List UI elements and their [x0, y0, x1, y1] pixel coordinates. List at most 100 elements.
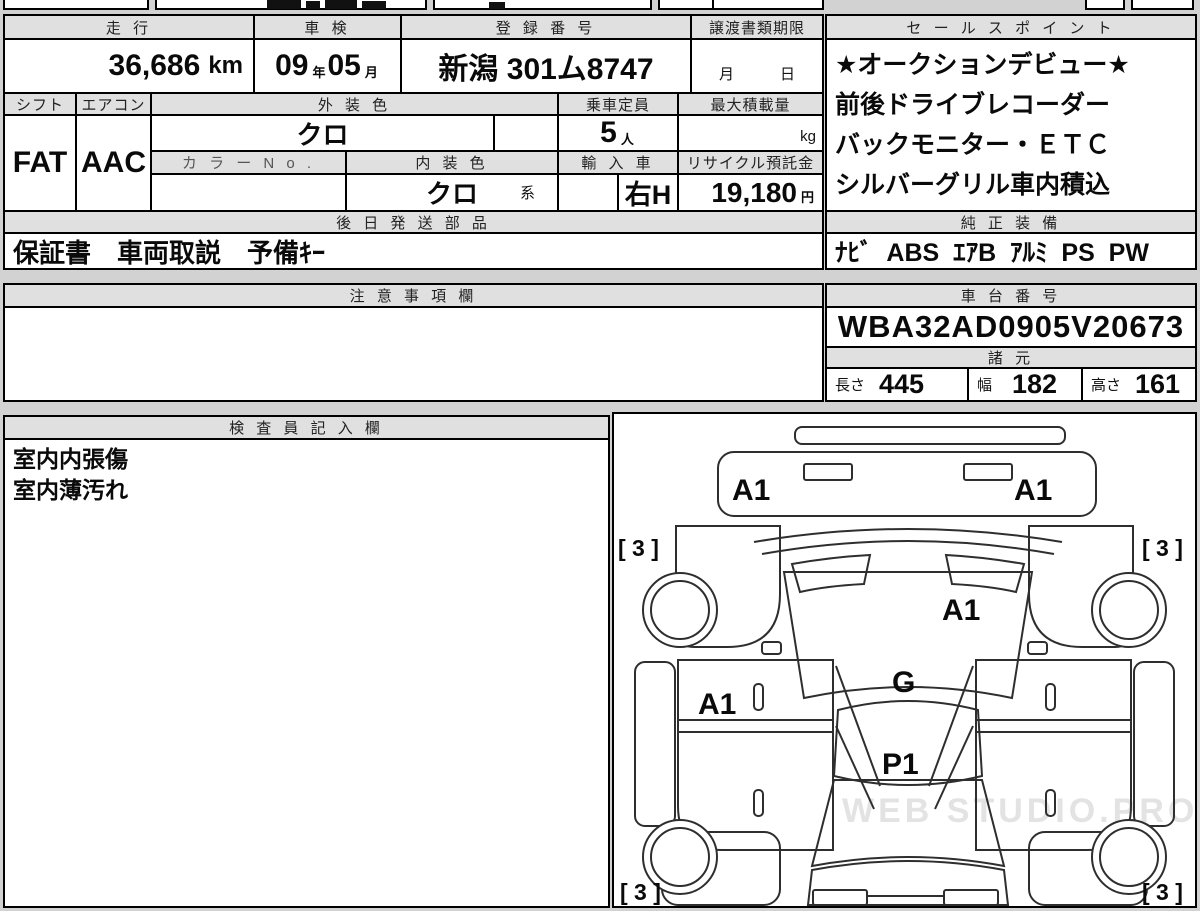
mileage-value: 36,686 km [3, 38, 255, 94]
exterior-color-header: 外 装 色 [150, 92, 559, 116]
spec-height: 高さ 161 [1081, 367, 1197, 402]
cutoff-text-fragment [362, 1, 386, 9]
mark-roof: P1 [882, 748, 919, 781]
headlight-left [803, 463, 853, 481]
color-no-value [150, 173, 347, 212]
cutoff-text-fragment [267, 0, 301, 9]
mark-hood: G [892, 666, 915, 699]
interior-color-value: クロ 系 [345, 173, 559, 212]
mark-front-tire-left: [ 3 ] [618, 535, 659, 561]
max-load-unit: kg [800, 128, 816, 145]
genuine-equipment-value: ﾅﾋﾞ ABS ｴｱB ｱﾙﾐ PS PW [825, 232, 1197, 270]
aircon-value: AAC [75, 114, 152, 212]
headlight-right [963, 463, 1013, 481]
recycle-deposit-value: 19,180 円 [677, 173, 824, 212]
import-value: 右H [617, 173, 679, 212]
car-diagram-box: WEB STUDIO.PRO A1 A1 [3] [3] A1 G A1… [612, 412, 1197, 908]
interior-color-suffix: 系 [519, 185, 535, 202]
registration-header: 登 録 番 号 [400, 14, 692, 40]
specs-header: 諸 元 [825, 346, 1197, 369]
exterior-color-value: クロ [150, 114, 495, 152]
mark-front-bumper-left: A1 [732, 474, 770, 507]
color-no-header: カ ラ ー N o . [150, 150, 347, 175]
sales-point-line: ★オークションデビュー★ [835, 51, 1130, 79]
mark-front-bumper-right: A1 [1014, 474, 1052, 507]
cutoff-cell [3, 0, 149, 10]
cutoff-cell [1085, 0, 1125, 10]
cutoff-cell [433, 0, 652, 10]
mark-windshield: A1 [942, 594, 980, 627]
wiper-left [790, 553, 872, 594]
spec-length-value: 445 [879, 369, 925, 399]
registration-value: 新潟 301ム8747 [400, 38, 692, 94]
mirror-right [1027, 641, 1048, 655]
inspection-month: 05 [327, 49, 361, 82]
sales-point-line: シルバーグリル車内積込 [835, 171, 1111, 199]
capacity-number: 5 [600, 116, 617, 149]
aircon-header: エアコン [75, 92, 152, 116]
capacity-unit: 人 [620, 131, 634, 147]
door-handle [753, 789, 764, 817]
import-header: 輸 入 車 [557, 150, 679, 175]
cutoff-text-fragment [489, 2, 505, 9]
cutoff-text-fragment [325, 0, 357, 9]
notes-header: 注 意 事 項 欄 [3, 283, 824, 308]
transfer-docs-header: 譲渡書類期限 [690, 14, 824, 40]
capacity-value: 5 人 [557, 114, 679, 152]
interior-color-header: 内 装 色 [345, 150, 559, 175]
inspection-header: 車 検 [253, 14, 402, 40]
interior-color-text: クロ [425, 179, 478, 209]
spec-height-label: 高さ [1091, 377, 1122, 394]
inspector-note-line: 室内内張傷 [13, 446, 128, 472]
max-load-value: kg [677, 114, 824, 152]
recycle-deposit-header: リサイクル預託金 [677, 150, 824, 175]
cutoff-text-fragment [306, 1, 320, 9]
front-wheel-right [1091, 572, 1167, 648]
cutoff-cell [712, 0, 824, 10]
shift-value: FAT [3, 114, 77, 212]
inspector-notes-box: 室内内張傷 室内薄汚れ [3, 438, 610, 908]
inspection-year: 09 [275, 49, 309, 82]
mileage-number: 36,686 [108, 49, 201, 82]
recycle-unit: 円 [800, 190, 814, 205]
recycle-number: 19,180 [711, 176, 797, 208]
transfer-day-label: 日 [780, 66, 796, 83]
spec-height-value: 161 [1135, 369, 1181, 399]
spec-length: 長さ 445 [825, 367, 969, 402]
cowl-arc [761, 540, 1055, 555]
side-sill-left [634, 661, 676, 827]
inspection-year-unit: 年 [312, 64, 326, 80]
mark-front-tire-right: [ 3 ] [1142, 535, 1183, 561]
transfer-month-label: 月 [718, 66, 734, 83]
sales-point-line: バックモニター・ＥＴＣ [835, 131, 1111, 159]
mark-rear-tire-right: [ 3 ] [1142, 879, 1183, 905]
front-bumper-strip [794, 426, 1066, 445]
later-parts-value: 保証書 車両取説 予備ｷｰ [3, 232, 824, 270]
transfer-docs-value: 月 日 [690, 38, 824, 94]
genuine-equipment-header: 純 正 装 備 [825, 210, 1197, 234]
pillar-line [835, 665, 881, 787]
capacity-header: 乗車定員 [557, 92, 679, 116]
sales-points-header: セ ー ル ス ポ イ ン ト [825, 14, 1197, 40]
cutoff-cell [658, 0, 714, 10]
car-diagram: WEB STUDIO.PRO A1 A1 [3] [3] A1 G A1… [618, 426, 1194, 906]
mileage-unit: km [208, 52, 243, 79]
notes-box [3, 306, 824, 402]
shift-header: シフト [3, 92, 77, 116]
mirror-left [761, 641, 782, 655]
mileage-header: 走 行 [3, 14, 255, 40]
trunk [806, 860, 1010, 906]
chassis-number-value: WBA32AD0905V20673 [825, 306, 1197, 348]
door-handle [753, 683, 764, 711]
later-parts-header: 後 日 発 送 部 品 [3, 210, 824, 234]
exterior-color-sub-cell [493, 114, 559, 152]
cutoff-cell [1131, 0, 1194, 10]
spec-width: 幅 182 [967, 367, 1083, 402]
inspector-notes-header: 検 査 員 記 入 欄 [3, 415, 610, 440]
sales-point-line: 前後ドライブレコーダー [835, 91, 1111, 119]
pillar-line [928, 665, 974, 787]
sales-points-box: ★オークションデビュー★ 前後ドライブレコーダー バックモニター・ＥＴＣ シルバ… [825, 38, 1197, 212]
rear-bumper-right [943, 889, 999, 906]
mark-door-left: A1 [698, 688, 736, 721]
chassis-number-header: 車 台 番 号 [825, 283, 1197, 308]
